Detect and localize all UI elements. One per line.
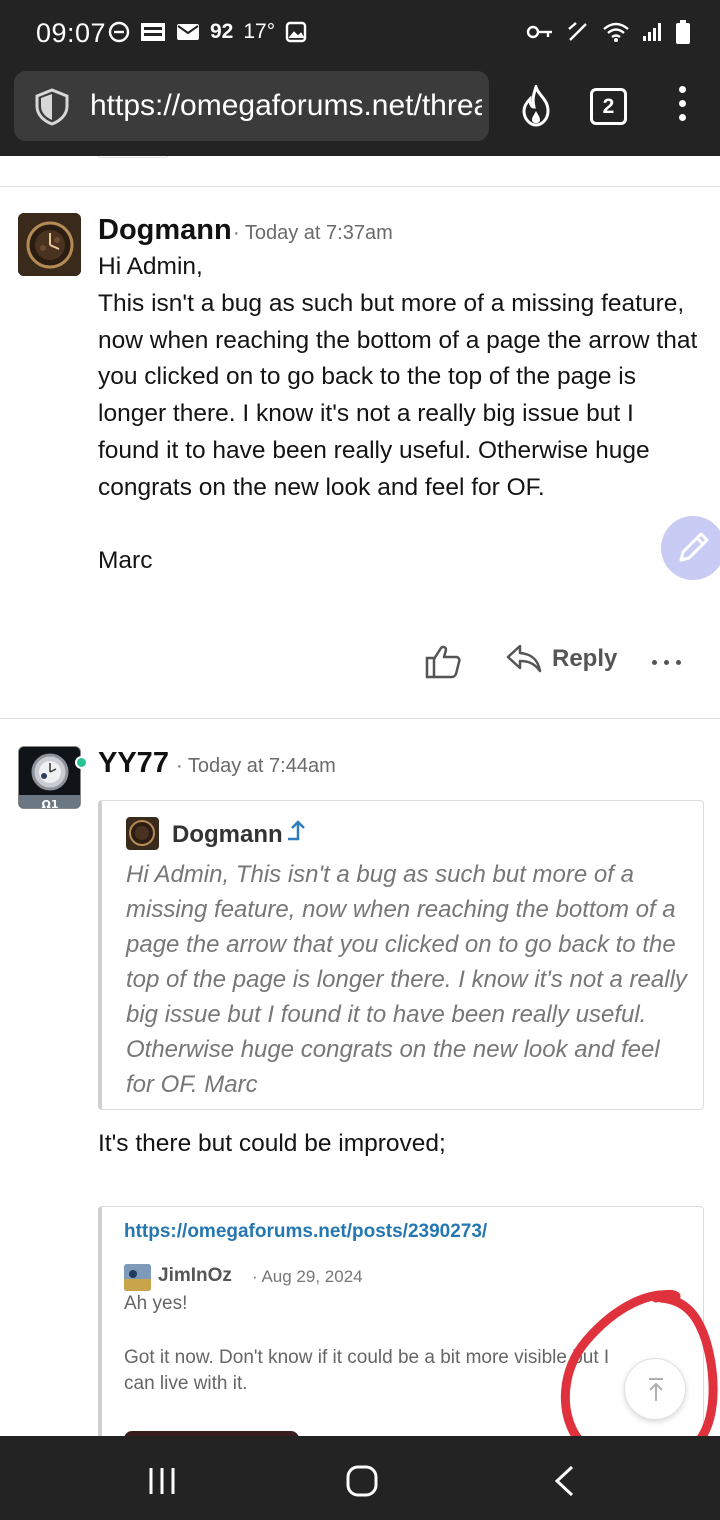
reply-icon (506, 644, 542, 673)
arrow-up-icon (649, 1378, 663, 1401)
wifi-icon (603, 22, 629, 42)
status-icons-left: 92 17° (108, 20, 307, 44)
gallery-icon (285, 21, 307, 43)
url-text[interactable]: https://omegaforums.net/threads/ (90, 89, 482, 123)
address-bar[interactable]: https://omegaforums.net/threads/ (14, 71, 489, 141)
post-author[interactable]: YY77 (98, 747, 169, 780)
post-body: Hi Admin, This isn't a bug as such but m… (98, 253, 698, 575)
quote-author[interactable]: Dogmann (172, 821, 283, 849)
shield-icon[interactable] (34, 88, 70, 126)
vpn-key-icon (526, 25, 552, 39)
status-icons-right (526, 20, 690, 44)
forum-thread-page: Dogmann · Today at 7:37am Hi Admin, This… (0, 156, 720, 1436)
go-to-quoted-post-icon[interactable] (286, 819, 310, 843)
embed-url-link[interactable]: https://omegaforums.net/posts/2390273/ (124, 1221, 487, 1243)
post-divider (0, 718, 720, 719)
system-nav-bar (0, 1436, 720, 1520)
embed-author[interactable]: JimInOz (158, 1265, 232, 1287)
compose-fab[interactable] (661, 516, 720, 580)
reply-label: Reply (552, 645, 618, 672)
online-indicator (75, 756, 88, 769)
fire-icon[interactable] (518, 85, 554, 127)
watch-avatar-icon: Ω1 (19, 747, 80, 809)
battery-icon (676, 20, 690, 44)
embed-text: Ah yes! (124, 1293, 188, 1314)
avatar-dogmann[interactable] (18, 213, 81, 276)
quote-block: Dogmann Hi Admin, This isn't a bug as su… (98, 800, 704, 1110)
quote-text: Hi Admin, This isn't a bug as such but m… (126, 861, 687, 1098)
status-time: 09:07 (36, 18, 107, 48)
embed-text: Got it now. Don't know if it could be a … (124, 1347, 610, 1394)
previous-post-edge (96, 156, 170, 158)
overflow-menu-icon[interactable] (676, 86, 688, 126)
like-icon[interactable] (424, 644, 462, 680)
news-app-icon (141, 23, 165, 41)
quote-avatar[interactable] (126, 817, 159, 850)
post-time[interactable]: · Today at 7:44am (176, 755, 336, 778)
status-bar: 09:07 92 17° (0, 0, 720, 68)
post-body: It's there but could be improved; (98, 1130, 446, 1157)
post-actions: Reply (0, 644, 720, 684)
embed-date: · Aug 29, 2024 (252, 1267, 363, 1286)
post-divider (0, 186, 720, 187)
watch-avatar-icon (18, 213, 81, 276)
link-embed[interactable]: https://omegaforums.net/posts/2390273/ J… (98, 1206, 704, 1436)
watch-avatar-icon (129, 820, 155, 846)
avatar-image-icon (124, 1264, 151, 1291)
avatar-yy77[interactable]: Ω1 (18, 746, 81, 809)
home-icon[interactable] (345, 1464, 379, 1498)
post-author[interactable]: Dogmann (98, 214, 232, 247)
recent-apps-icon[interactable] (147, 1466, 177, 1496)
scroll-to-top-button[interactable] (624, 1358, 686, 1420)
more-options-icon[interactable] (652, 660, 681, 665)
signal-icon (643, 23, 661, 41)
tab-switcher-button[interactable]: 2 (590, 88, 627, 125)
email-count: 92 (210, 20, 234, 43)
reply-button[interactable]: Reply (506, 644, 617, 674)
post-time[interactable]: · Today at 7:37am (233, 222, 393, 245)
email-icon (177, 24, 199, 40)
pencil-icon (679, 532, 709, 562)
do-not-disturb-icon (108, 21, 130, 43)
svg-text:Ω1: Ω1 (41, 798, 58, 809)
temperature: 17° (243, 20, 276, 43)
browser-toolbar: https://omegaforums.net/threads/ 2 (0, 68, 720, 156)
pen-icon (568, 22, 587, 41)
embed-avatar[interactable] (124, 1264, 151, 1291)
back-icon[interactable] (552, 1464, 576, 1498)
